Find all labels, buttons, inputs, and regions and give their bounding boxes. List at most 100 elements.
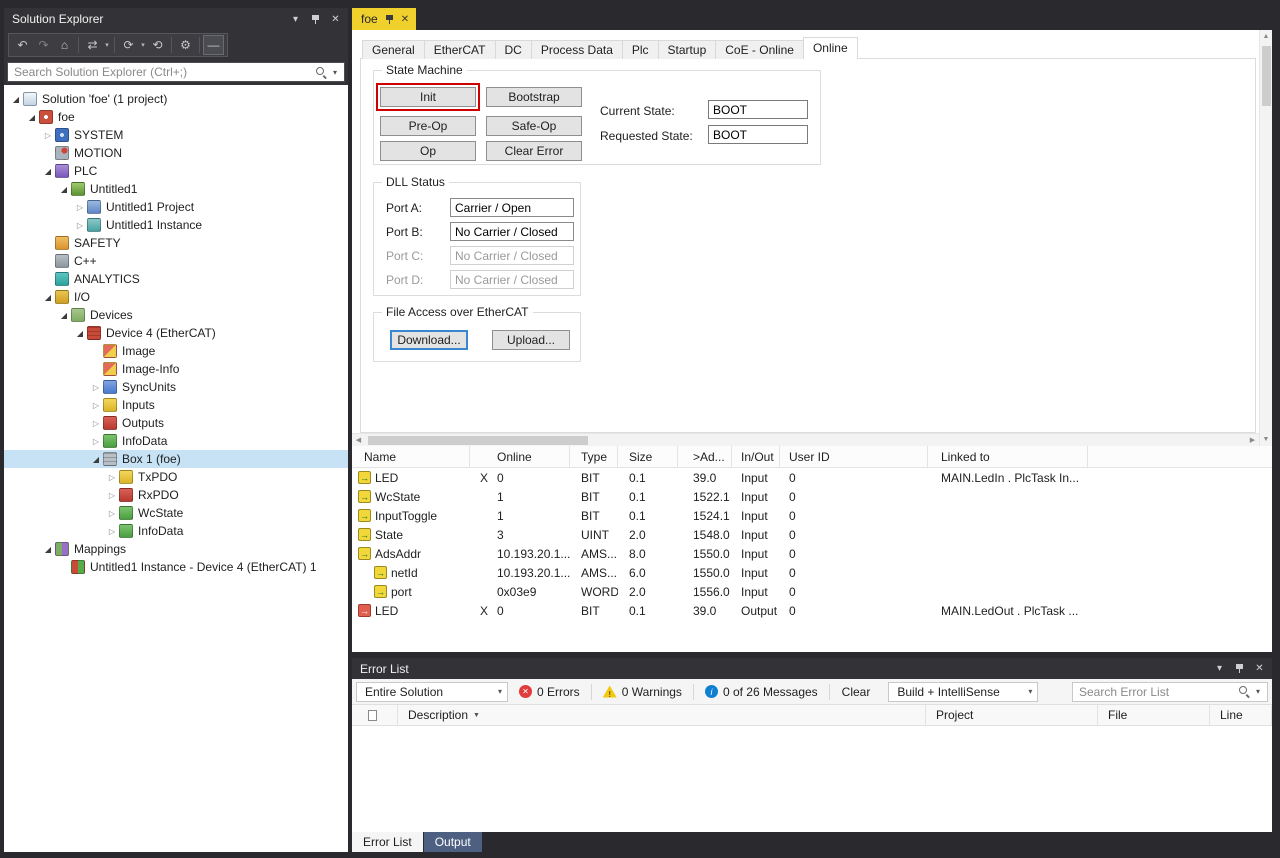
tree-item-c[interactable]: C++ bbox=[4, 252, 348, 270]
grid-column-name[interactable]: Name bbox=[352, 446, 470, 467]
tree-item-solution-foe-1-project[interactable]: ◢Solution 'foe' (1 project) bbox=[4, 90, 348, 108]
tree-collapsed-arrow-icon[interactable]: ▷ bbox=[106, 509, 118, 518]
tree-item-motion[interactable]: MOTION bbox=[4, 144, 348, 162]
tree-expanded-arrow-icon[interactable]: ◢ bbox=[58, 185, 70, 194]
tree-item-untitled1-project[interactable]: ▷Untitled1 Project bbox=[4, 198, 348, 216]
tab-dc[interactable]: DC bbox=[495, 40, 532, 59]
tree-item-rxpdo[interactable]: ▷RxPDO bbox=[4, 486, 348, 504]
messages-count-button[interactable]: i 0 of 26 Messages bbox=[696, 682, 827, 702]
tab-process-data[interactable]: Process Data bbox=[531, 40, 623, 59]
grid-row-netid-input[interactable]: →netId10.193.20.1...AMS...6.01550.0Input… bbox=[352, 563, 1272, 582]
scroll-left-icon[interactable]: ◀ bbox=[352, 434, 365, 446]
chevron-down-icon[interactable]: ▾ bbox=[103, 41, 111, 49]
port-status-field[interactable]: Carrier / Open bbox=[450, 198, 574, 217]
tab-output[interactable]: Output bbox=[424, 832, 482, 852]
tree-collapsed-arrow-icon[interactable]: ▷ bbox=[106, 473, 118, 482]
close-icon[interactable]: ✕ bbox=[1251, 661, 1268, 676]
errors-count-button[interactable]: ✕ 0 Errors bbox=[510, 682, 589, 702]
bootstrap-button[interactable]: Bootstrap bbox=[486, 87, 582, 107]
current-state-field[interactable] bbox=[708, 100, 808, 119]
properties-icon[interactable]: ⚙ bbox=[175, 35, 196, 55]
tab-startup[interactable]: Startup bbox=[658, 40, 717, 59]
tree-expanded-arrow-icon[interactable]: ◢ bbox=[26, 113, 38, 122]
warnings-count-button[interactable]: 0 Warnings bbox=[594, 682, 691, 702]
build-intellisense-dropdown[interactable]: Build + IntelliSense ▾ bbox=[888, 682, 1038, 702]
grid-column-type[interactable]: Type bbox=[570, 446, 618, 467]
tree-item-image[interactable]: Image bbox=[4, 342, 348, 360]
scroll-up-icon[interactable]: ▲ bbox=[1260, 30, 1272, 43]
grid-row-port-input[interactable]: →port0x03e9WORD2.01556.0Input0 bbox=[352, 582, 1272, 601]
port-status-field[interactable]: No Carrier / Closed bbox=[450, 270, 574, 289]
grid-row-led-output[interactable]: →LEDX0BIT0.139.0Output0MAIN.LedOut . Plc… bbox=[352, 601, 1272, 620]
error-list-search-input[interactable] bbox=[1073, 685, 1238, 699]
home-icon[interactable]: ⌂ bbox=[54, 35, 75, 55]
search-icon[interactable] bbox=[315, 66, 328, 79]
tree-item-untitled1[interactable]: ◢Untitled1 bbox=[4, 180, 348, 198]
tree-item-analytics[interactable]: ANALYTICS bbox=[4, 270, 348, 288]
scroll-right-icon[interactable]: ▶ bbox=[1246, 434, 1259, 446]
chevron-down-icon[interactable]: ▾ bbox=[1211, 661, 1228, 676]
scroll-down-icon[interactable]: ▼ bbox=[1260, 433, 1272, 446]
tree-item-infodata[interactable]: ▷InfoData bbox=[4, 522, 348, 540]
tree-expanded-arrow-icon[interactable]: ◢ bbox=[58, 311, 70, 320]
refresh-icon[interactable]: ⟲ bbox=[147, 35, 168, 55]
error-column-file[interactable]: File bbox=[1098, 705, 1210, 725]
tree-item-untitled1-instance[interactable]: ▷Untitled1 Instance bbox=[4, 216, 348, 234]
tree-item-txpdo[interactable]: ▷TxPDO bbox=[4, 468, 348, 486]
tab-ethercat[interactable]: EtherCAT bbox=[424, 40, 496, 59]
tree-item-syncunits[interactable]: ▷SyncUnits bbox=[4, 378, 348, 396]
tree-item-system[interactable]: ▷SYSTEM bbox=[4, 126, 348, 144]
tree-collapsed-arrow-icon[interactable]: ▷ bbox=[90, 419, 102, 428]
tree-collapsed-arrow-icon[interactable]: ▷ bbox=[90, 383, 102, 392]
chevron-down-icon[interactable]: ▾ bbox=[287, 12, 304, 27]
requested-state-field[interactable] bbox=[708, 125, 808, 144]
tree-item-device-4-ethercat[interactable]: ◢Device 4 (EtherCAT) bbox=[4, 324, 348, 342]
tree-collapsed-arrow-icon[interactable]: ▷ bbox=[90, 401, 102, 410]
chevron-down-icon[interactable]: ▾ bbox=[139, 41, 147, 49]
vertical-scrollbar[interactable]: ▲ ▼ bbox=[1259, 30, 1272, 446]
grid-column-user-id[interactable]: User ID bbox=[780, 446, 928, 467]
tree-collapsed-arrow-icon[interactable]: ▷ bbox=[106, 491, 118, 500]
tree-item-untitled1-instance-device-4-ethercat-1[interactable]: Untitled1 Instance - Device 4 (EtherCAT)… bbox=[4, 558, 348, 576]
back-icon[interactable]: ↶ bbox=[12, 35, 33, 55]
download-button[interactable]: Download... bbox=[390, 330, 468, 350]
close-icon[interactable]: ✕ bbox=[327, 12, 344, 27]
pre-op-button[interactable]: Pre-Op bbox=[380, 116, 476, 136]
pending-changes-icon[interactable]: ⟳ bbox=[118, 35, 139, 55]
op-button[interactable]: Op bbox=[380, 141, 476, 161]
tab-coe-online[interactable]: CoE - Online bbox=[715, 40, 804, 59]
filter-icon[interactable]: ▼ bbox=[473, 712, 480, 719]
pin-icon[interactable] bbox=[1231, 661, 1248, 676]
tree-item-outputs[interactable]: ▷Outputs bbox=[4, 414, 348, 432]
tab-online[interactable]: Online bbox=[803, 37, 858, 59]
grid-column-ad[interactable]: >Ad... bbox=[678, 446, 732, 467]
error-column-project[interactable]: Project bbox=[926, 705, 1098, 725]
port-status-field[interactable]: No Carrier / Closed bbox=[450, 222, 574, 241]
tree-item-infodata[interactable]: ▷InfoData bbox=[4, 432, 348, 450]
scrollbar-thumb[interactable] bbox=[368, 436, 588, 445]
tree-item-image-info[interactable]: Image-Info bbox=[4, 360, 348, 378]
grid-column-in-out[interactable]: In/Out bbox=[732, 446, 780, 467]
tree-expanded-arrow-icon[interactable]: ◢ bbox=[42, 293, 54, 302]
upload-button[interactable]: Upload... bbox=[492, 330, 570, 350]
grid-column-online[interactable]: Online bbox=[470, 446, 570, 467]
tree-expanded-arrow-icon[interactable]: ◢ bbox=[90, 455, 102, 464]
clear-error-button[interactable]: Clear Error bbox=[486, 141, 582, 161]
tab-plc[interactable]: Plc bbox=[622, 40, 659, 59]
search-icon[interactable] bbox=[1238, 685, 1251, 698]
tree-expanded-arrow-icon[interactable]: ◢ bbox=[74, 329, 86, 338]
tree-expanded-arrow-icon[interactable]: ◢ bbox=[10, 95, 22, 104]
solution-search-input[interactable] bbox=[8, 65, 315, 79]
preview-selected-icon[interactable]: — bbox=[203, 35, 224, 55]
scrollbar-thumb[interactable] bbox=[1262, 46, 1271, 106]
error-column-description[interactable]: Description▼ bbox=[398, 705, 926, 725]
tree-item-mappings[interactable]: ◢Mappings bbox=[4, 540, 348, 558]
pin-icon[interactable] bbox=[307, 12, 324, 27]
tree-collapsed-arrow-icon[interactable]: ▷ bbox=[42, 131, 54, 140]
chevron-down-icon[interactable]: ▾ bbox=[328, 68, 342, 77]
tree-item-inputs[interactable]: ▷Inputs bbox=[4, 396, 348, 414]
init-button[interactable]: Init bbox=[380, 87, 476, 107]
tree-item-foe[interactable]: ◢foe bbox=[4, 108, 348, 126]
grid-row-state-input[interactable]: →State3UINT2.01548.0Input0 bbox=[352, 525, 1272, 544]
tab-error-list[interactable]: Error List bbox=[352, 832, 423, 852]
